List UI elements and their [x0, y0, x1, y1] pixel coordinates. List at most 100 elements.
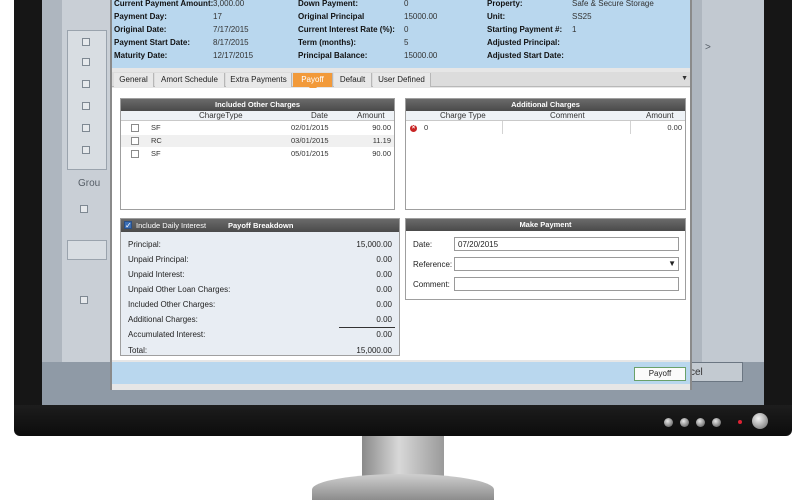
breakdown-label: Unpaid Interest: — [128, 270, 185, 279]
tab-amort-schedule[interactable]: Amort Schedule — [155, 73, 225, 87]
include-daily-interest-label[interactable]: Include Daily Interest — [136, 219, 206, 232]
payoff-breakdown-title: Payoff Breakdown — [228, 221, 294, 230]
cell-date: 05/01/2015 — [291, 149, 329, 158]
info-label: Current Interest Rate (%): — [298, 25, 395, 34]
info-label: Principal Balance: — [298, 51, 368, 60]
background-checkbox — [82, 124, 90, 132]
info-value: SS25 — [572, 12, 592, 21]
additional-charges-panel: Additional Charges Charge Type Comment A… — [405, 98, 686, 210]
make-payment-title: Make Payment — [406, 219, 685, 231]
background-right-panel — [702, 0, 764, 362]
table-row[interactable]: × 0 0.00 — [406, 122, 685, 134]
background-checkbox — [82, 146, 90, 154]
breakdown-value: 0.00 — [376, 255, 392, 264]
column-comment[interactable]: Comment — [550, 111, 585, 121]
info-label: Original Principal — [298, 12, 365, 21]
monitor-button-icon — [712, 418, 721, 427]
breakdown-label: Total: — [128, 346, 148, 355]
info-label: Current Payment Amount: — [114, 0, 214, 8]
info-label: Starting Payment #: — [487, 25, 563, 34]
info-label: Property: — [487, 0, 523, 8]
info-value: Safe & Secure Storage — [572, 0, 654, 8]
info-label: Term (months): — [298, 38, 357, 47]
info-value: 8/17/2015 — [213, 38, 249, 47]
monitor-button-icon — [696, 418, 705, 427]
breakdown-value: 15,000.00 — [356, 346, 392, 355]
breakdown-value: 0.00 — [376, 285, 392, 294]
column-chargetype[interactable]: ChargeType — [199, 111, 243, 121]
tab-bar: General Amort Schedule Extra Payments Pa… — [112, 72, 690, 87]
background-checkbox — [82, 102, 90, 110]
comment-label: Comment: — [413, 280, 450, 289]
dialog-footer: Payoff — [112, 362, 690, 384]
payoff-breakdown-panel: Include Daily Interest Payoff Breakdown … — [120, 218, 400, 356]
loan-info-header: Current Payment Amount: 3,000.00 Payment D… — [112, 0, 690, 68]
column-charge-type[interactable]: Charge Type — [440, 111, 486, 121]
background-cancel-button: cel — [683, 362, 743, 382]
cell-amount: 0.00 — [667, 123, 682, 132]
breakdown-label: Unpaid Principal: — [128, 255, 189, 264]
payoff-button[interactable]: Payoff — [634, 367, 686, 381]
reference-label: Reference: — [413, 260, 453, 269]
background-checkbox — [82, 80, 90, 88]
breakdown-value: 0.00 — [376, 270, 392, 279]
reference-select[interactable]: ▼ — [454, 257, 679, 271]
included-charges-panel: Included Other Charges ChargeType Date A… — [120, 98, 395, 210]
breakdown-label: Principal: — [128, 240, 161, 249]
info-label: Payment Day: — [114, 12, 167, 21]
table-row[interactable]: RC 03/01/2015 11.19 — [121, 135, 394, 147]
table-row[interactable]: SF 05/01/2015 90.00 — [121, 148, 394, 160]
row-checkbox[interactable] — [131, 124, 139, 132]
column-amount[interactable]: Amount — [357, 111, 385, 121]
info-value: 7/17/2015 — [213, 25, 249, 34]
included-charges-header-bar — [121, 111, 394, 121]
info-label: Maturity Date: — [114, 51, 168, 60]
power-button-icon — [752, 413, 768, 429]
tab-overflow-dropdown-icon[interactable]: ▼ — [681, 75, 688, 82]
info-label: Original Date: — [114, 25, 167, 34]
breakdown-label: Included Other Charges: — [128, 300, 216, 309]
column-date[interactable]: Date — [311, 111, 328, 121]
cell-date: 03/01/2015 — [291, 136, 329, 145]
info-value: 0 — [404, 25, 409, 34]
monitor-stand-base — [312, 474, 494, 500]
cell-type: SF — [151, 149, 161, 158]
delete-row-icon[interactable]: × — [410, 125, 417, 132]
tab-user-defined[interactable]: User Defined — [373, 73, 431, 87]
breakdown-label: Accumulated Interest: — [128, 330, 206, 339]
make-payment-panel: Make Payment Date: 07/20/2015 Reference:… — [405, 218, 686, 300]
cell-type: RC — [151, 136, 162, 145]
include-daily-interest-checkbox[interactable] — [124, 219, 132, 232]
table-row[interactable]: SF 02/01/2015 90.00 — [121, 122, 394, 134]
payoff-breakdown-header: Include Daily Interest Payoff Breakdown — [121, 219, 399, 232]
info-label: Down Payment: — [298, 0, 359, 8]
row-checkbox[interactable] — [131, 150, 139, 158]
info-value: 17 — [213, 12, 222, 21]
row-checkbox[interactable] — [131, 137, 139, 145]
info-value: 0 — [404, 0, 409, 8]
loan-payoff-dialog: Current Payment Amount: 3,000.00 Payment D… — [110, 0, 692, 390]
date-input[interactable]: 07/20/2015 — [454, 237, 679, 251]
breakdown-value: 0.00 — [376, 330, 392, 339]
info-value: 1 — [572, 25, 577, 34]
tab-general[interactable]: General — [114, 73, 154, 87]
column-amount[interactable]: Amount — [646, 111, 674, 121]
comment-input[interactable] — [454, 277, 679, 291]
payoff-content: Included Other Charges ChargeType Date A… — [112, 88, 690, 360]
monitor-button-icon — [664, 418, 673, 427]
background-arrow: > — [705, 42, 711, 53]
total-rule — [339, 327, 395, 328]
tab-extra-payments[interactable]: Extra Payments — [226, 73, 292, 87]
column-separator — [630, 121, 631, 134]
tab-payoff[interactable]: Payoff — [293, 73, 333, 87]
background-group-label: Grou — [78, 178, 101, 189]
breakdown-value: 0.00 — [376, 300, 392, 309]
breakdown-value: 15,000.00 — [356, 240, 392, 249]
screen: Grou > cel Current Payment Amount: 3,000.… — [42, 0, 764, 405]
tab-default[interactable]: Default — [334, 73, 372, 87]
cell-amount: 90.00 — [372, 123, 391, 132]
chevron-down-icon[interactable]: ▼ — [668, 259, 676, 268]
monitor-button-icon — [680, 418, 689, 427]
info-value: 3,000.00 — [213, 0, 245, 8]
breakdown-value: 0.00 — [376, 315, 392, 324]
